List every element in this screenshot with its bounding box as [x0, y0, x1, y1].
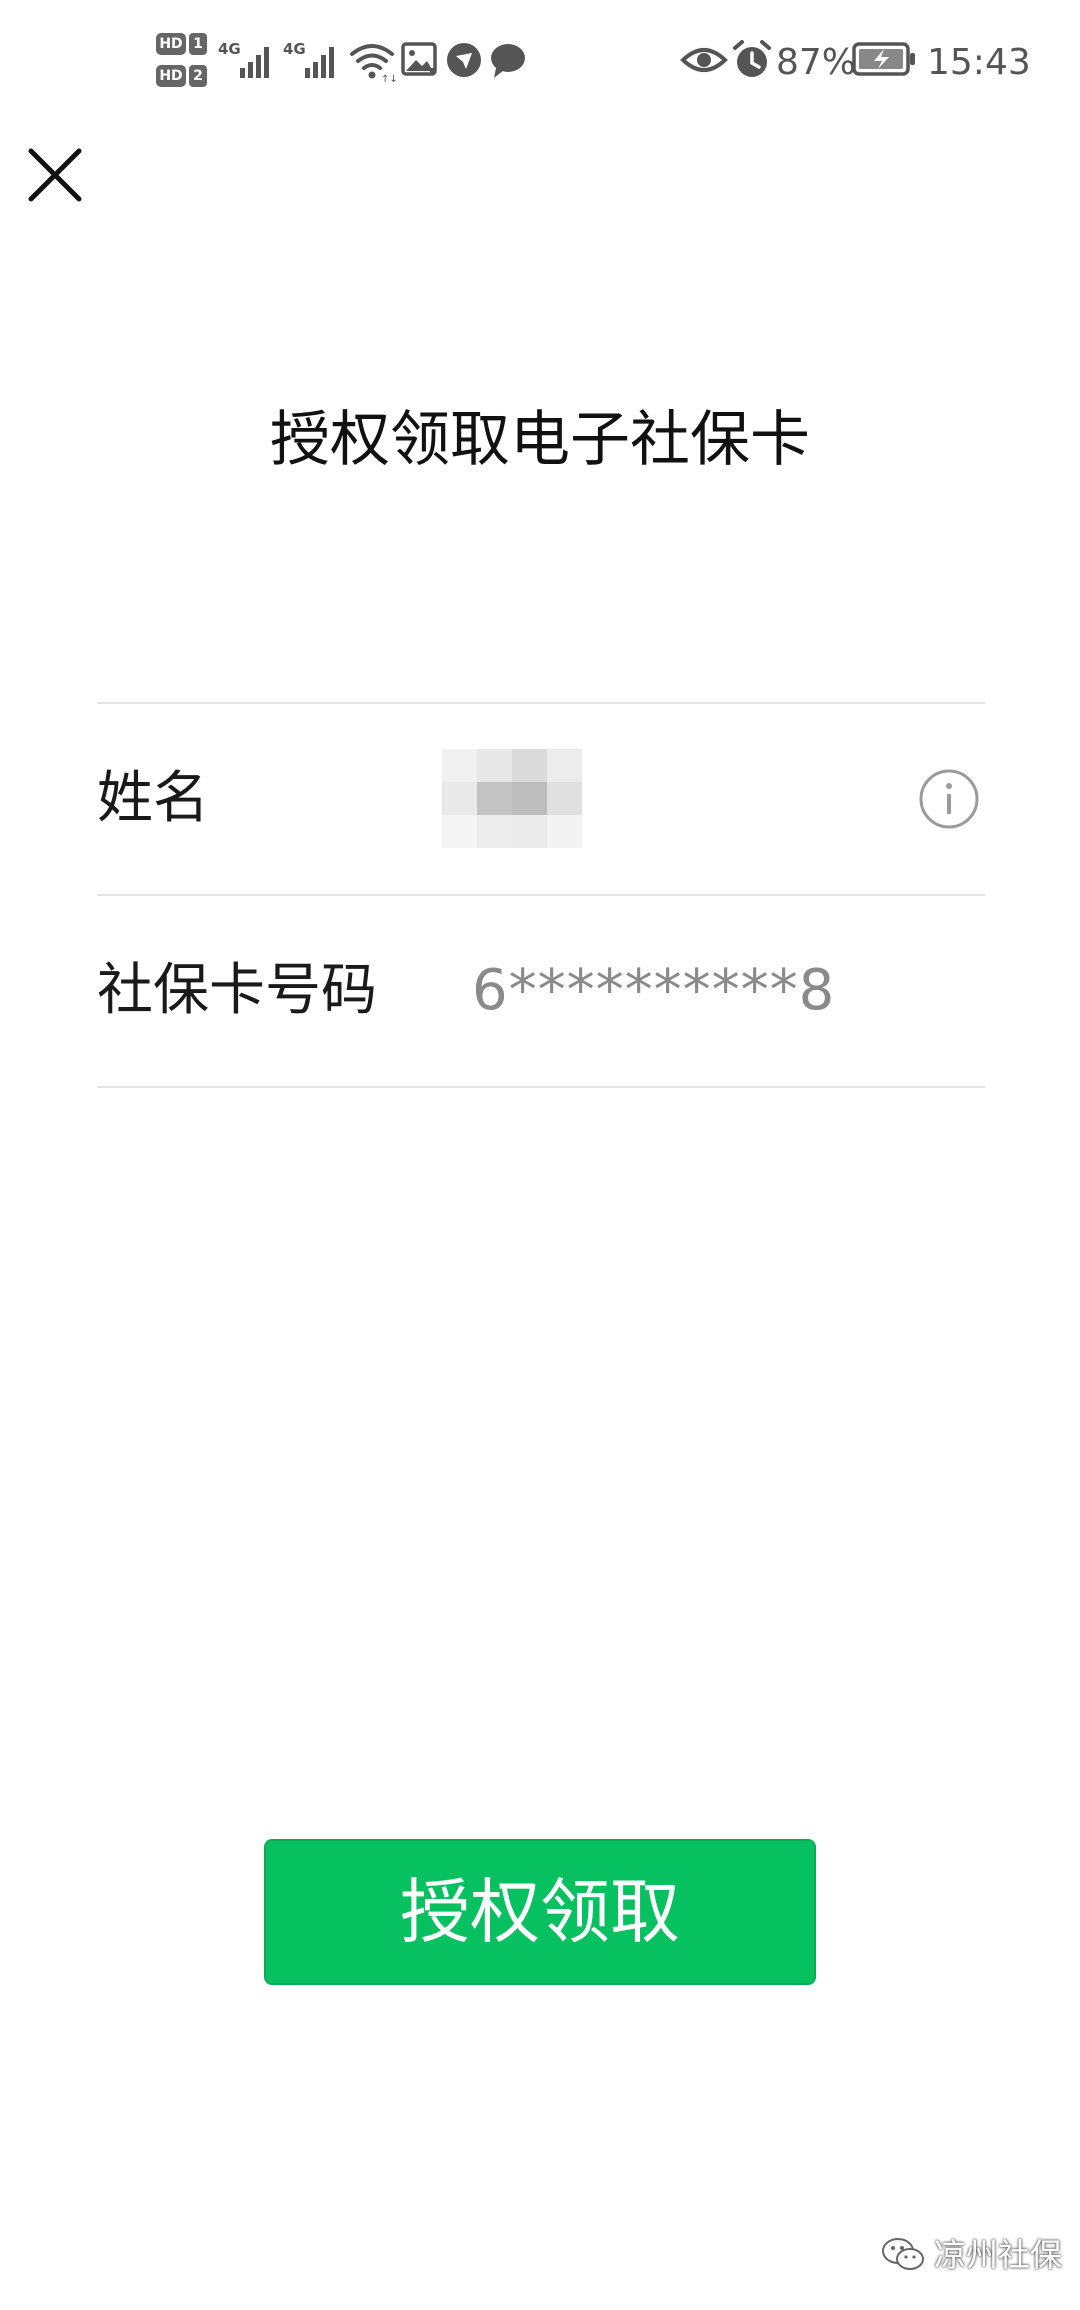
name-value-blurred [442, 749, 582, 849]
clock-time: 15:43 [927, 42, 1031, 83]
page-title: 授权领取电子社保卡 [270, 405, 810, 475]
network-type-1: 4G [218, 40, 241, 58]
form-bottom-divider [97, 1086, 985, 1088]
alarm-icon [733, 40, 771, 77]
sim-indicator: HD 1 HD 2 [156, 30, 212, 92]
sim1-hd-badge: HD [156, 33, 186, 55]
card-number-label: 社保卡号码 [97, 958, 377, 1023]
signal-icon: 4G [218, 40, 269, 78]
name-row: 姓名 [97, 704, 985, 894]
battery-percent: 87% [776, 42, 857, 83]
battery-charging-icon [852, 42, 915, 76]
info-button[interactable] [918, 768, 980, 830]
app-notification-icon [447, 43, 481, 77]
name-label: 姓名 [97, 766, 209, 831]
sim2-number: 2 [189, 65, 207, 87]
status-bar: HD 1 HD 2 4G 4G ↑↓ 87% 15:43 [0, 0, 1080, 125]
gallery-icon [401, 42, 437, 76]
authorize-claim-button[interactable]: 授权领取 [264, 1839, 816, 1985]
eye-comfort-icon [680, 48, 728, 72]
close-button[interactable] [22, 142, 88, 208]
card-number-value: 6**********8 [472, 958, 836, 1023]
watermark: 凉州社保 [880, 2230, 1062, 2280]
wifi-icon: ↑↓ [350, 44, 396, 85]
info-icon [919, 769, 979, 829]
svg-text:↑↓: ↑↓ [381, 74, 396, 85]
watermark-text: 凉州社保 [934, 2236, 1063, 2274]
message-icon [491, 44, 525, 78]
sim1-number: 1 [189, 33, 207, 55]
close-icon [28, 148, 82, 202]
network-type-2: 4G [283, 40, 306, 58]
signal-icon: 4G [283, 40, 334, 78]
card-number-row: 社保卡号码 6**********8 [97, 896, 985, 1086]
sim2-hd-badge: HD [156, 65, 186, 87]
wechat-icon [882, 2238, 924, 2270]
